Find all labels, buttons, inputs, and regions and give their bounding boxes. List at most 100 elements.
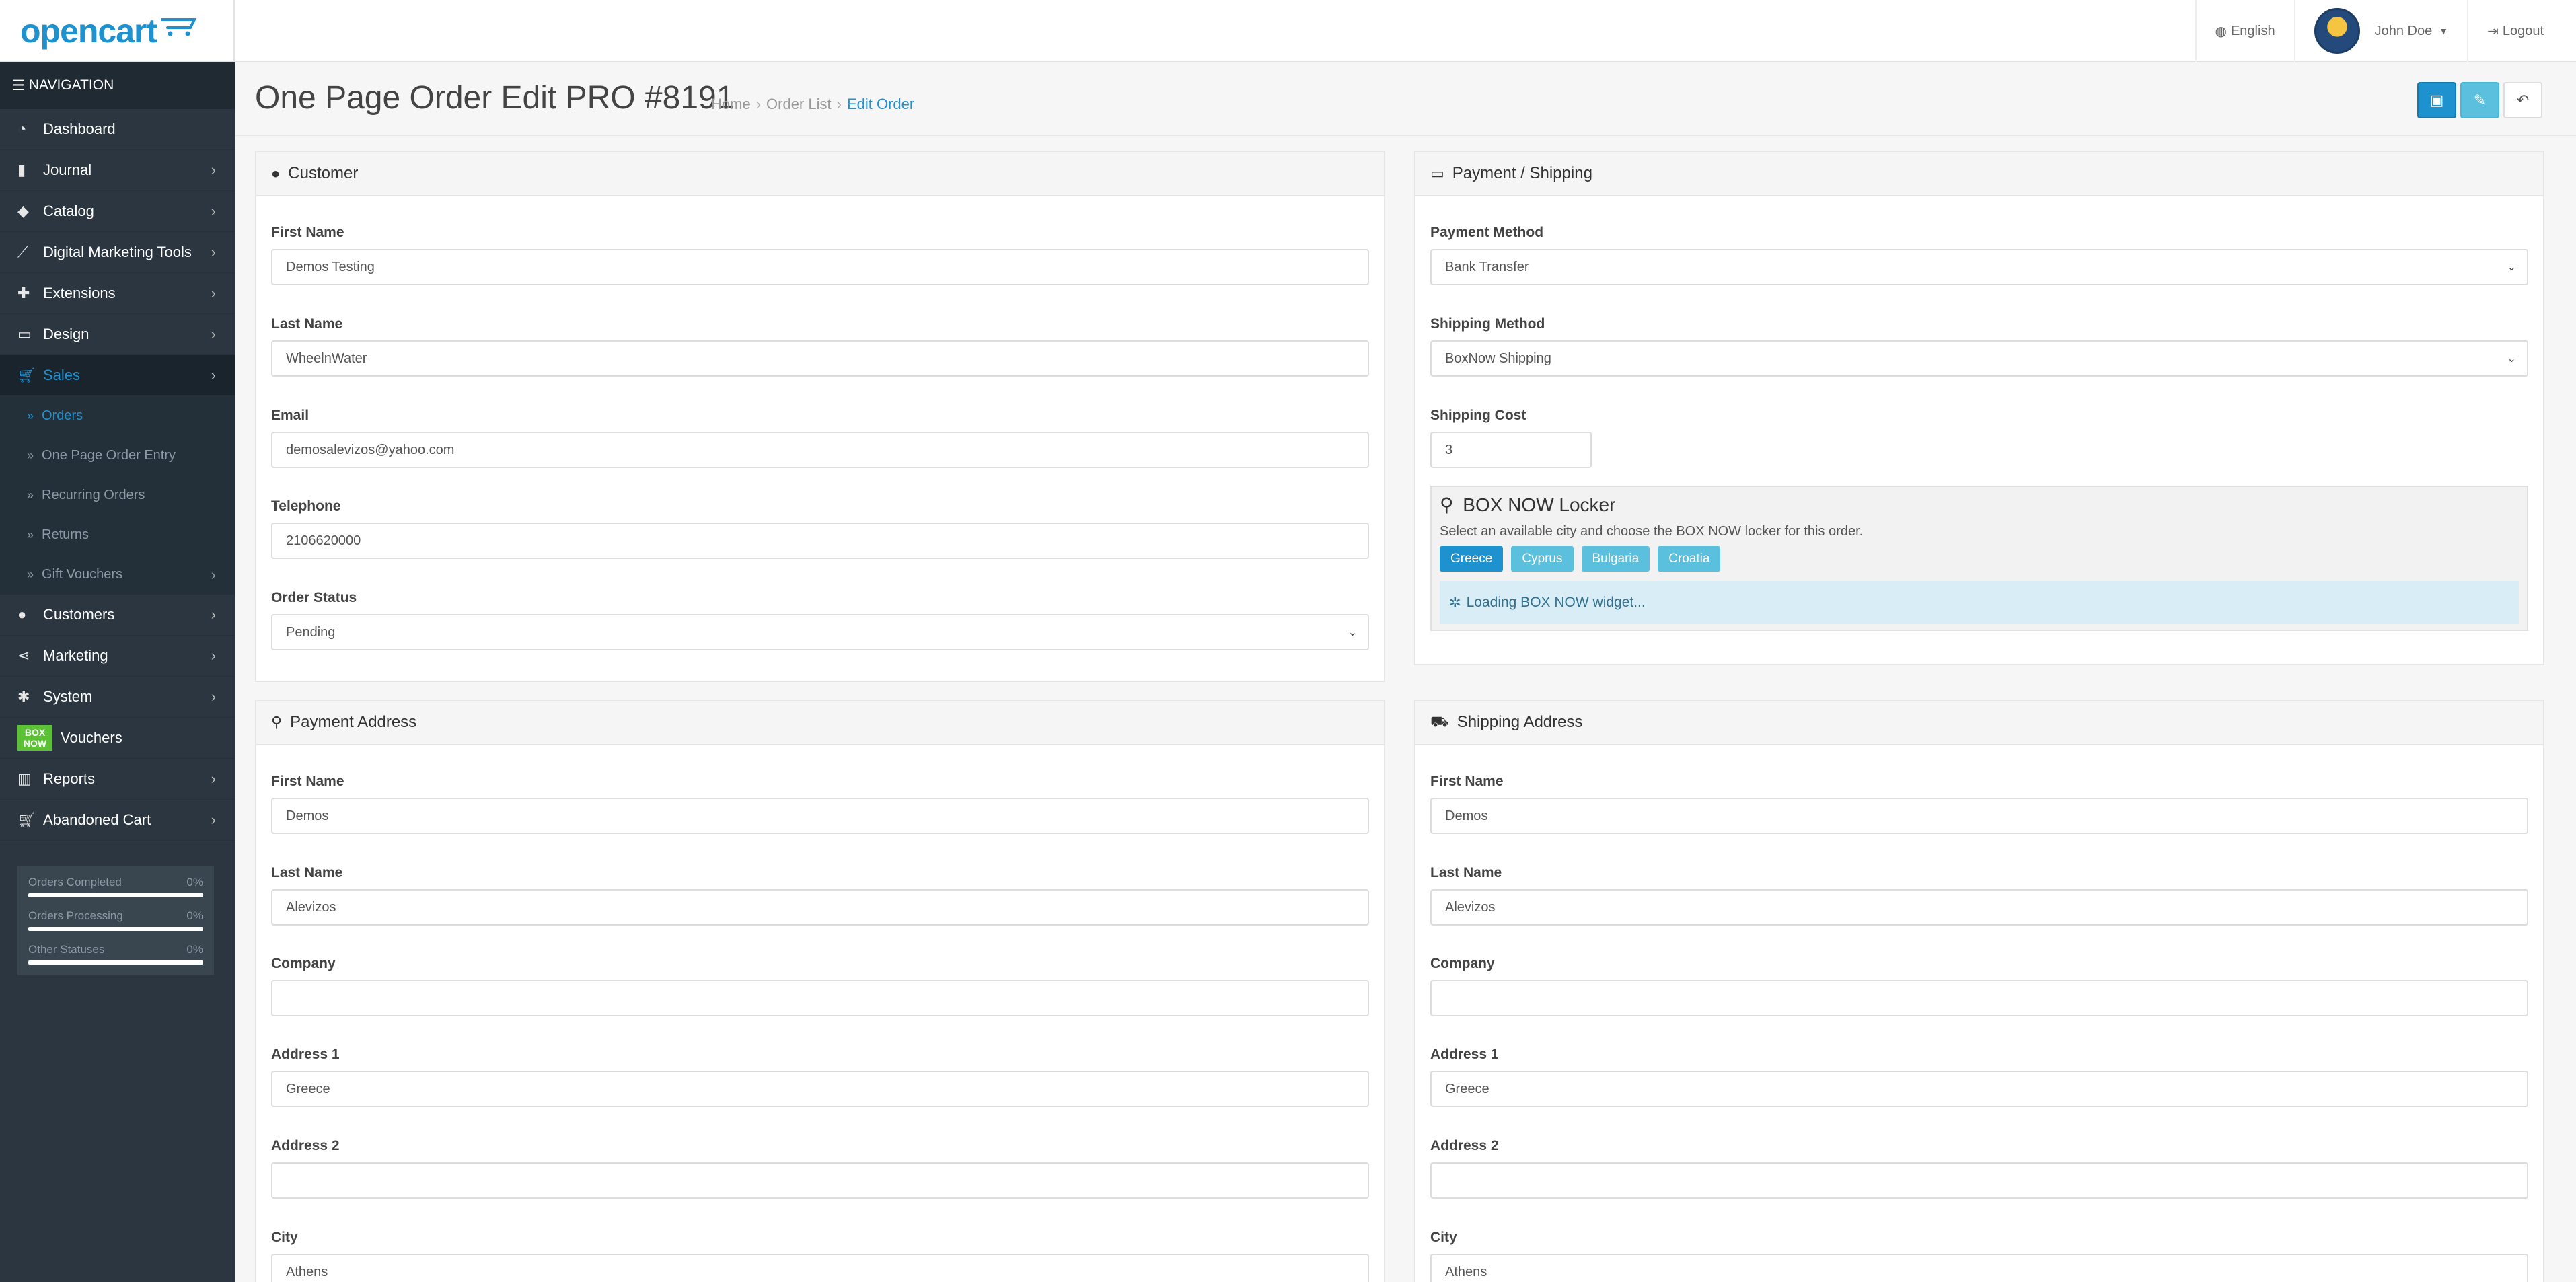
map-marker-icon: ⚲ [271,714,283,730]
nav-heading[interactable]: ☰ NAVIGATION [0,62,235,109]
payment-method-group: Payment Method Bank Transfer ⌄ [1430,225,2528,285]
country-button-cyprus[interactable]: Cyprus [1511,546,1574,572]
customer-email-input[interactable]: demosalevizos@yahoo.com [271,432,1369,468]
sidebar-item-design[interactable]: ▭ Design › [0,314,235,355]
chevron-right-icon: › [211,606,216,623]
sidebar-subitem-label: Returns [42,527,89,542]
bars-icon: ☰ [12,77,25,93]
logo[interactable]: opencart [0,0,235,62]
cart-logo-icon [161,18,197,36]
breadcrumb-separator: › [836,96,842,112]
double-chevron-icon: » [27,409,34,422]
shipping-cost-input[interactable]: 3 [1430,432,1592,468]
sidebar-item-abandoned-cart[interactable]: 🛒︎ Abandoned Cart › [0,800,235,841]
chevron-down-icon: ⌄ [2507,353,2516,365]
sidebar-item-label: Vouchers [61,729,122,746]
payment-company-input[interactable] [271,980,1369,1016]
breadcrumb-order-list[interactable]: Order List [766,96,832,113]
customer-telephone-input[interactable]: 2106620000 [271,523,1369,559]
shipping-method-select[interactable]: BoxNow Shipping ⌄ [1430,340,2528,377]
double-chevron-icon: » [27,488,34,502]
edit-button[interactable]: ✎ [2460,82,2499,118]
shipping-first-name-input[interactable]: Demos [1430,798,2528,834]
chevron-right-icon: › [211,243,216,260]
boxnow-loading-alert: ✲ Loading BOX NOW widget... [1440,581,2519,624]
sidebar-item-label: Marketing [43,647,108,664]
shipping-city-group: City Athens [1430,1230,2528,1282]
sidebar-item-marketing[interactable]: ⋖ Marketing › [0,636,235,677]
monitor-icon: ▭ [17,326,32,342]
language-dropdown[interactable]: ◍ English [2195,0,2294,62]
country-button-greece[interactable]: Greece [1440,546,1504,572]
payment-first-name-group: First Name Demos [271,774,1369,834]
sidebar-item-vouchers[interactable]: BOX NOW Vouchers [0,718,235,759]
sidebar-item-dashboard[interactable]: ◔ Dashboard [0,109,235,150]
sidebar-subitem-label: Gift Vouchers [42,567,123,582]
logout-link[interactable]: ⇥ Logout [2467,0,2576,62]
stat-orders-processing: Orders Processing 0% [28,909,203,931]
breadcrumb-home[interactable]: Home [711,96,751,113]
sidebar-subitem-gift-vouchers[interactable]: » Gift Vouchers › [0,555,235,595]
sidebar-item-system[interactable]: ✱ System › [0,677,235,718]
order-status-select[interactable]: Pending ⌄ [271,614,1369,650]
sidebar-item-reports[interactable]: ▥ Reports › [0,759,235,800]
sidebar-subitem-recurring-orders[interactable]: » Recurring Orders [0,476,235,515]
breadcrumb-edit-order[interactable]: Edit Order [847,96,914,113]
pencil-icon: ✎ [2473,91,2487,108]
toolbar: ▣ ✎ ↶ [2417,82,2542,118]
sidebar-subitem-orders[interactable]: » Orders [0,396,235,436]
payment-company-group: Company [271,956,1369,1016]
payment-last-name-input[interactable]: Alevizos [271,889,1369,926]
chevron-right-icon: › [211,367,216,383]
payment-address-panel-heading: ⚲ Payment Address [256,701,1384,745]
payment-shipping-panel: ▭ Payment / Shipping Payment Method Bank… [1414,151,2544,665]
user-menu[interactable]: John Doe ▼ [2293,0,2467,62]
spinner-icon: ✲ [1449,595,1461,611]
boxnow-description: Select an available city and choose the … [1440,524,1864,539]
back-button[interactable]: ↶ [2503,82,2542,118]
customer-email-group: Email demosalevizos@yahoo.com [271,408,1369,468]
double-chevron-icon: » [27,528,34,541]
sidebar-item-label: Design [43,326,89,342]
sidebar-item-digital-marketing-tools[interactable]: ⟋ Digital Marketing Tools › [0,232,235,273]
logout-label: Logout [2502,23,2544,38]
top-header: opencart ◍ English John Doe ▼ ⇥ Logout [0,0,2576,62]
sidebar-subitem-returns[interactable]: » Returns [0,515,235,555]
payment-city-input[interactable]: Athens [271,1254,1369,1282]
payment-address1-input[interactable]: Greece [271,1071,1369,1107]
boxnow-title: ⚲ BOX NOW Locker [1440,494,1616,515]
country-button-bulgaria[interactable]: Bulgaria [1581,546,1650,572]
sidebar-item-customers[interactable]: ● Customers › [0,595,235,636]
country-button-croatia[interactable]: Croatia [1658,546,1721,572]
sidebar-subitem-one-page-order-entry[interactable]: » One Page Order Entry [0,436,235,476]
shipping-address2-input[interactable] [1430,1162,2528,1199]
customer-first-name-input[interactable]: Demos Testing [271,249,1369,285]
sidebar-item-label: Abandoned Cart [43,811,151,828]
user-name: John Doe [2374,23,2433,38]
customer-panel: ● Customer First Name Demos Testing Last… [255,151,1385,682]
progress-bar [28,927,203,931]
shopping-cart-icon: 🛒︎ [17,811,36,828]
sidebar-item-sales[interactable]: 🛒︎ Sales › [0,355,235,396]
payment-address2-input[interactable] [271,1162,1369,1199]
sidebar-item-extensions[interactable]: ✚ Extensions › [0,273,235,314]
customer-last-name-input[interactable]: WheelnWater [271,340,1369,377]
chevron-right-icon: › [211,811,216,828]
language-label: English [2230,23,2275,38]
payment-first-name-input[interactable]: Demos [271,798,1369,834]
shipping-last-name-input[interactable]: Alevizos [1430,889,2528,926]
sidebar-item-journal[interactable]: ▮ Journal › [0,150,235,191]
payment-method-select[interactable]: Bank Transfer ⌄ [1430,249,2528,285]
shipping-city-input[interactable]: Athens [1430,1254,2528,1282]
sidebar-item-catalog[interactable]: ◆ Catalog › [0,191,235,232]
shipping-method-group: Shipping Method BoxNow Shipping ⌄ [1430,316,2528,377]
customer-telephone-group: Telephone 2106620000 [271,498,1369,559]
payment-shipping-panel-heading: ▭ Payment / Shipping [1415,152,2543,196]
shipping-address1-input[interactable]: Greece [1430,1071,2528,1107]
save-button[interactable]: ▣ [2417,82,2456,118]
shipping-company-input[interactable] [1430,980,2528,1016]
user-icon: ● [17,606,27,623]
shipping-company-group: Company [1430,956,2528,1016]
sidebar-item-label: Digital Marketing Tools [43,243,192,260]
sidebar-item-label: Extensions [43,285,116,301]
